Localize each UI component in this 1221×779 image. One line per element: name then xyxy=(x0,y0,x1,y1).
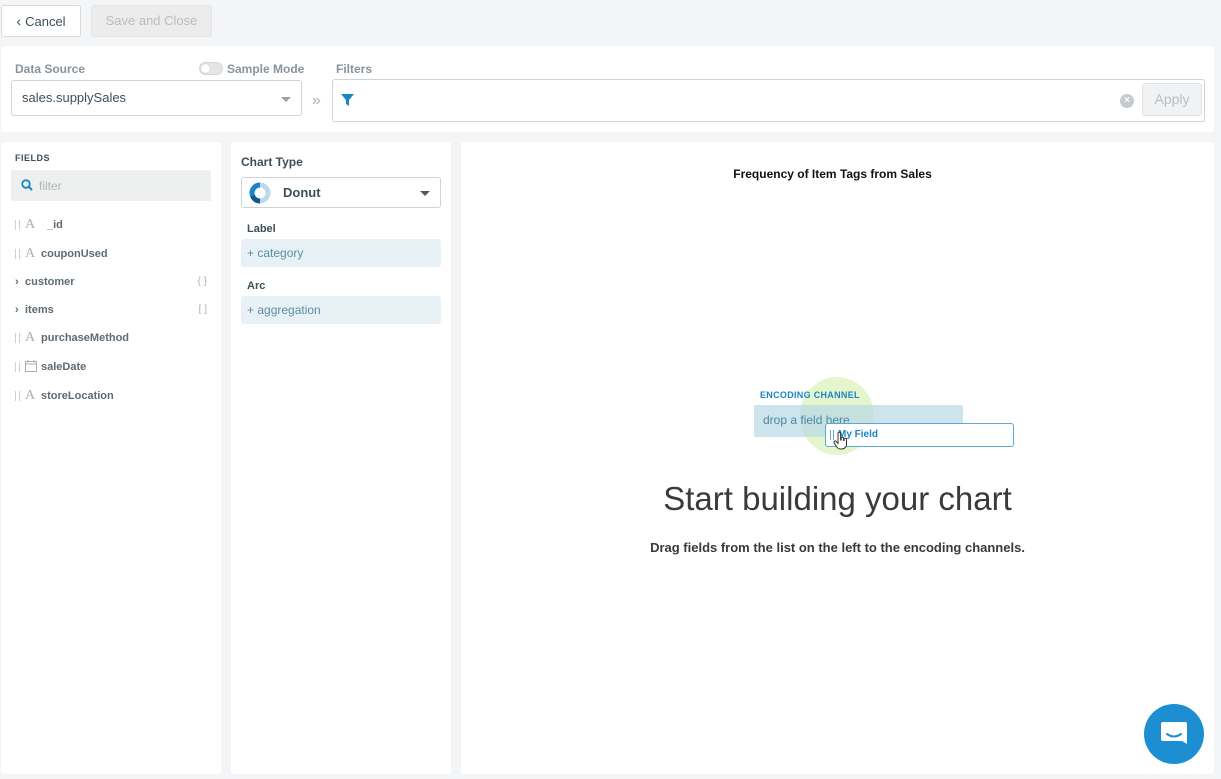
drag-handle-icon[interactable] xyxy=(15,391,20,401)
chevron-right-icon[interactable]: › xyxy=(15,272,19,292)
empty-state-heading: Start building your chart xyxy=(663,480,1012,517)
field-item-purchasemethod[interactable]: A purchaseMethod xyxy=(15,328,211,348)
chart-canvas: Frequency of Item Tags from Sales ENCODI… xyxy=(461,142,1214,774)
field-name: saleDate xyxy=(41,361,87,373)
data-source-panel: Data Source Sample Mode sales.supplySale… xyxy=(1,46,1214,132)
chart-type-title: Chart Type xyxy=(241,155,303,169)
sample-mode-label: Sample Mode xyxy=(227,62,305,76)
chart-type-value: Donut xyxy=(283,185,321,200)
string-type-icon: A xyxy=(25,217,36,232)
chart-type-panel: Chart Type Donut Label + category Arc + … xyxy=(231,142,451,774)
string-type-icon: A xyxy=(25,388,36,403)
encoding-channel-caption: ENCODING CHANNEL xyxy=(760,390,860,400)
apply-button[interactable]: Apply xyxy=(1142,83,1202,116)
chevron-down-icon xyxy=(420,191,430,196)
fields-title: FIELDS xyxy=(15,153,51,163)
encoding-label-label: Label xyxy=(247,223,276,235)
onboarding-illustration: ENCODING CHANNEL drop a field here My Fi… xyxy=(751,374,1021,464)
field-item-id[interactable]: A _id xyxy=(15,215,211,235)
search-icon xyxy=(21,179,33,191)
data-source-label: Data Source xyxy=(15,62,86,76)
field-item-storelocation[interactable]: A storeLocation xyxy=(15,386,211,406)
drag-handle-icon[interactable] xyxy=(15,362,20,372)
chat-launcher-button[interactable] xyxy=(1144,704,1204,764)
string-type-icon: A xyxy=(25,330,36,345)
sample-mode-toggle[interactable] xyxy=(199,62,223,75)
field-name: storeLocation xyxy=(41,390,114,402)
chart-title[interactable]: Frequency of Item Tags from Sales xyxy=(461,167,1204,181)
clear-icon[interactable]: × xyxy=(1120,94,1134,108)
filters-label: Filters xyxy=(336,62,373,76)
field-item-saledate[interactable]: saleDate xyxy=(15,357,211,377)
empty-state-subheading: Drag fields from the list on the left to… xyxy=(650,540,1025,555)
cancel-label: Cancel xyxy=(25,14,66,29)
chart-type-select[interactable]: Donut xyxy=(241,177,441,208)
field-item-customer[interactable]: › customer { } xyxy=(15,272,211,292)
encoding-label-arc: Arc xyxy=(247,280,266,292)
field-name: _id xyxy=(47,219,63,231)
object-type-icon: { } xyxy=(197,276,207,287)
field-name: items xyxy=(25,304,54,316)
arc-drop-zone[interactable]: + aggregation xyxy=(241,296,441,324)
top-toolbar: ‹ Cancel Save and Close xyxy=(0,0,1221,44)
data-source-select[interactable]: sales.supplySales xyxy=(11,80,302,116)
cancel-button[interactable]: ‹ Cancel xyxy=(1,5,81,37)
string-type-icon: A xyxy=(25,246,36,261)
drag-handle-icon[interactable] xyxy=(15,333,20,343)
calendar-icon xyxy=(25,360,37,372)
save-and-close-button[interactable]: Save and Close xyxy=(91,5,212,37)
array-type-icon: [ ] xyxy=(198,304,207,315)
field-name: customer xyxy=(25,276,75,288)
funnel-icon xyxy=(341,94,354,106)
hand-cursor-icon xyxy=(833,432,847,450)
data-source-value: sales.supplySales xyxy=(22,90,127,105)
filters-input[interactable]: × Apply xyxy=(332,79,1205,122)
fields-filter-input[interactable] xyxy=(39,176,199,196)
drag-handle-icon[interactable] xyxy=(15,220,20,230)
field-item-items[interactable]: › items [ ] xyxy=(15,300,211,320)
fields-filter[interactable] xyxy=(11,170,211,201)
chevron-down-icon xyxy=(281,97,291,102)
fields-panel: FIELDS A _id A couponUsed › customer { }… xyxy=(1,142,221,774)
chat-icon xyxy=(1161,722,1187,744)
donut-chart-icon xyxy=(249,182,271,204)
double-arrow-icon: » xyxy=(312,92,321,109)
label-drop-zone[interactable]: + category xyxy=(241,239,441,267)
example-field-pill: My Field xyxy=(825,423,1014,447)
field-name: purchaseMethod xyxy=(41,332,130,344)
field-name: couponUsed xyxy=(41,248,108,260)
field-item-couponused[interactable]: A couponUsed xyxy=(15,244,211,264)
chevron-right-icon[interactable]: › xyxy=(15,300,19,320)
chevron-left-icon: ‹ xyxy=(16,13,22,29)
drag-handle-icon[interactable] xyxy=(15,249,20,259)
